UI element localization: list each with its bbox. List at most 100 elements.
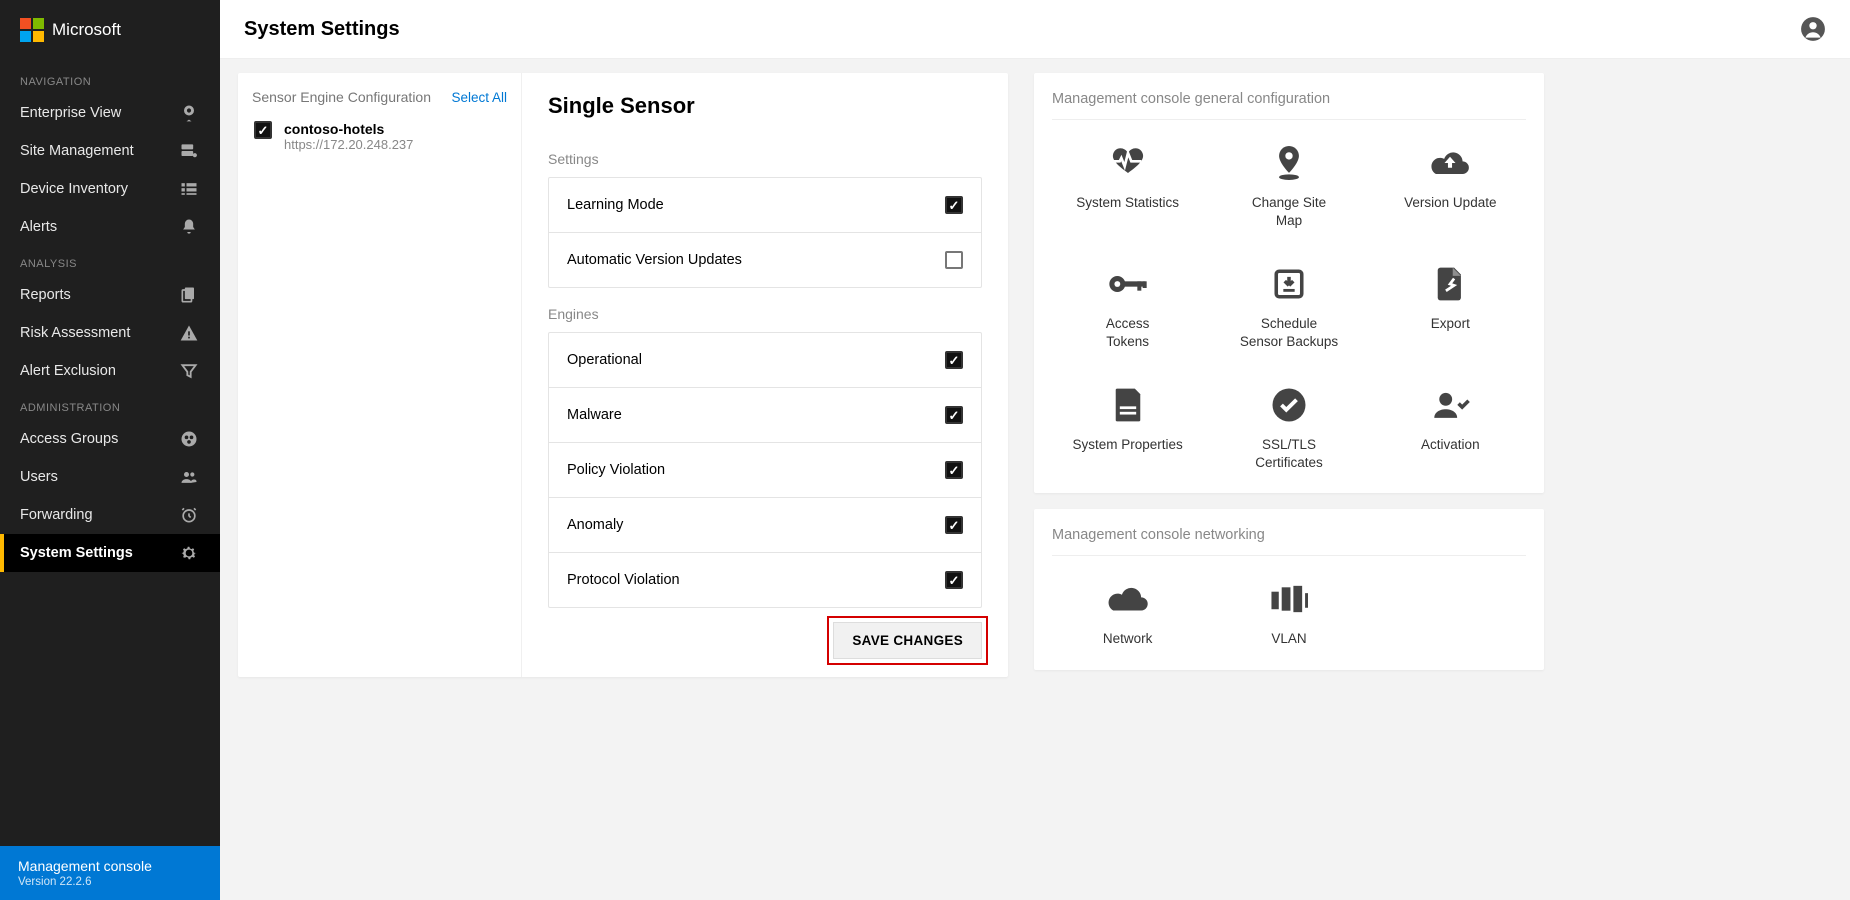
setting-row: Learning Mode [549,178,981,233]
nav-item[interactable]: Alert Exclusion [0,352,220,390]
nav-item[interactable]: Reports [0,276,220,314]
setting-checkbox[interactable] [945,196,963,214]
setting-row: Anomaly [549,498,981,553]
nav-item-label: Users [20,469,58,485]
config-tile[interactable]: ScheduleSensor Backups [1213,263,1364,350]
setting-label: Malware [567,407,622,423]
filter-icon [178,361,200,381]
nav-item-label: System Settings [20,545,133,561]
nav-item-label: Access Groups [20,431,118,447]
sensor-list-title: Sensor Engine Configuration [252,89,431,105]
setting-checkbox[interactable] [945,406,963,424]
users-icon [178,467,200,487]
tile-label: Network [1103,630,1153,648]
networking-title: Management console networking [1052,527,1526,556]
brand-text: Microsoft [52,20,121,40]
nav-item[interactable]: Enterprise View [0,94,220,132]
tile-label: SSL/TLSCertificates [1255,436,1323,471]
tile-label: Change SiteMap [1252,194,1326,229]
config-tile[interactable]: Activation [1375,384,1526,471]
file-lines-icon [1113,384,1143,426]
nav-item-label: Site Management [20,143,134,159]
nav-item-label: Forwarding [20,507,93,523]
setting-checkbox[interactable] [945,516,963,534]
config-tile[interactable]: Export [1375,263,1526,350]
nav-item[interactable]: Access Groups [0,420,220,458]
nav-item-label: Enterprise View [20,105,121,121]
settings-list: Learning Mode Automatic Version Updates [548,177,982,288]
tile-label: System Statistics [1076,194,1179,212]
pin-drop-icon [1272,142,1306,184]
setting-checkbox[interactable] [945,571,963,589]
user-avatar-icon[interactable] [1800,16,1826,42]
cloud-upload-icon [1428,142,1472,184]
server-icon [178,141,200,161]
check-circle-icon [1271,384,1307,426]
config-tile[interactable]: System Statistics [1052,142,1203,229]
sensor-config-card: Sensor Engine Configuration Select All c… [238,73,1008,677]
heartbeat-icon [1108,142,1148,184]
clock-icon [178,505,200,525]
copy-icon [178,285,200,305]
config-tile[interactable]: VLAN [1213,578,1364,648]
engines-section-label: Engines [548,306,982,322]
general-config-title: Management console general configuration [1052,91,1526,120]
select-all-link[interactable]: Select All [451,90,507,105]
config-tile[interactable]: Network [1052,578,1203,648]
download-box-icon [1272,263,1306,305]
networking-card: Management console networking Network VLA… [1034,509,1544,670]
setting-label: Learning Mode [567,197,664,213]
setting-row: Protocol Violation [549,553,981,607]
nav-item-label: Reports [20,287,71,303]
nav-item[interactable]: Device Inventory [0,170,220,208]
sensor-detail-panel: Single Sensor Settings Learning ModeAuto… [522,73,1008,677]
warning-icon [178,323,200,343]
nav-item[interactable]: Forwarding [0,496,220,534]
user-check-icon [1430,384,1470,426]
nav-item-label: Device Inventory [20,181,128,197]
engines-list: Operational Malware Policy ViolationAnomal… [548,332,982,608]
setting-row: Operational [549,333,981,388]
config-tile[interactable]: Version Update [1375,142,1526,229]
sensor-row[interactable]: contoso-hotelshttps://172.20.248.237 [252,119,507,154]
file-share-icon [1435,263,1465,305]
map-pin-icon [178,103,200,123]
sensor-checkbox[interactable] [254,121,272,139]
config-tile[interactable]: AccessTokens [1052,263,1203,350]
setting-checkbox[interactable] [945,351,963,369]
topbar: System Settings [220,0,1850,59]
tile-label: System Properties [1073,436,1183,454]
setting-label: Automatic Version Updates [567,252,742,268]
console-title: Management console [18,858,202,874]
setting-row: Policy Violation [549,443,981,498]
key-icon [1108,263,1148,305]
setting-label: Protocol Violation [567,572,680,588]
sidebar: Microsoft NAVIGATIONEnterprise ViewSite … [0,0,220,900]
sensor-list-panel: Sensor Engine Configuration Select All c… [238,73,522,677]
nav-item[interactable]: Users [0,458,220,496]
setting-checkbox[interactable] [945,461,963,479]
sensor-address: https://172.20.248.237 [284,137,413,152]
sidebar-footer: Management console Version 22.2.6 [0,846,220,900]
general-config-card: Management console general configuration… [1034,73,1544,493]
sensor-detail-title: Single Sensor [548,93,982,119]
config-tile[interactable]: Change SiteMap [1213,142,1364,229]
bell-icon [178,217,200,237]
columns-icon [1270,578,1308,620]
save-changes-button[interactable]: SAVE CHANGES [833,622,982,659]
tile-label: Activation [1421,436,1480,454]
gear-icon [178,543,200,563]
globe-icon [178,429,200,449]
logo: Microsoft [0,0,220,64]
config-tile[interactable]: System Properties [1052,384,1203,471]
nav-item[interactable]: Alerts [0,208,220,246]
nav-item[interactable]: Site Management [0,132,220,170]
nav-item-label: Alert Exclusion [20,363,116,379]
nav-item[interactable]: System Settings [0,534,220,572]
config-tile[interactable]: SSL/TLSCertificates [1213,384,1364,471]
tile-label: AccessTokens [1106,315,1150,350]
tile-label: Version Update [1404,194,1496,212]
tile-label: Export [1431,315,1470,333]
setting-checkbox[interactable] [945,251,963,269]
nav-item[interactable]: Risk Assessment [0,314,220,352]
